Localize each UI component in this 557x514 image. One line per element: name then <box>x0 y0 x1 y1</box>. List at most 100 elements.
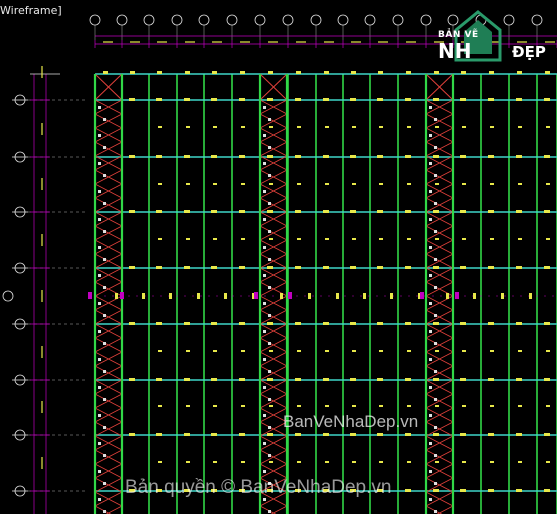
column-marker <box>377 98 383 101</box>
column-marker <box>241 350 245 352</box>
column-marker <box>516 322 522 325</box>
node-marker <box>103 482 106 485</box>
column-marker <box>490 126 494 128</box>
node-marker <box>434 258 437 261</box>
column-marker <box>407 238 411 240</box>
column-marker <box>186 461 190 463</box>
column-marker <box>544 155 550 158</box>
column-marker <box>460 155 466 158</box>
column-marker <box>433 266 439 269</box>
logo-line-2: NH <box>438 39 472 63</box>
node-marker <box>429 106 432 109</box>
node-marker <box>263 358 266 361</box>
column-marker <box>156 98 162 101</box>
cad-model-viewport[interactable]: Wireframe] BẢN VẼ NH ĐẸP BanVeNhaDep.vn … <box>0 0 557 514</box>
column-marker <box>297 350 301 352</box>
node-marker <box>268 146 271 149</box>
dimension-marker <box>88 292 92 299</box>
column-marker <box>239 378 245 381</box>
column-marker <box>379 350 383 352</box>
column-marker <box>295 155 301 158</box>
column-marker <box>158 405 162 407</box>
column-marker <box>490 238 494 240</box>
column-marker <box>379 461 383 463</box>
column-marker <box>488 489 494 492</box>
column-marker <box>352 183 356 185</box>
column-marker <box>323 433 329 436</box>
column-marker <box>546 461 550 463</box>
column-marker <box>297 405 301 407</box>
brand-logo: BẢN VẼ NH ĐẸP <box>430 10 552 66</box>
node-marker <box>98 302 101 305</box>
column-marker <box>186 405 190 407</box>
column-marker <box>186 183 190 185</box>
node-marker <box>268 342 271 345</box>
column-marker <box>460 322 466 325</box>
dimension-text-mark <box>41 178 43 190</box>
column-marker <box>379 405 383 407</box>
column-marker <box>460 98 466 101</box>
column-marker <box>267 210 273 213</box>
node-marker <box>434 314 437 317</box>
node-marker <box>98 162 101 165</box>
node-marker <box>263 470 266 473</box>
column-marker <box>239 433 245 436</box>
node-marker <box>263 246 266 249</box>
column-marker <box>157 71 162 74</box>
node-marker <box>98 246 101 249</box>
column-marker <box>211 266 217 269</box>
dimension-marker <box>420 292 424 299</box>
column-marker <box>516 266 522 269</box>
node-marker <box>263 302 266 305</box>
column-marker <box>488 322 494 325</box>
dimension-text-mark <box>41 401 43 413</box>
dimension-text-mark <box>41 66 43 78</box>
column-marker <box>269 126 273 128</box>
column-marker <box>211 322 217 325</box>
column-marker <box>156 378 162 381</box>
node-marker <box>268 174 271 177</box>
dimension-marker <box>120 292 124 299</box>
column-marker <box>184 155 190 158</box>
column-marker <box>544 98 550 101</box>
column-marker <box>460 489 466 492</box>
axis-bubble-top <box>310 14 322 26</box>
node-marker <box>103 342 106 345</box>
watermark-bottom: Bản quyền © BanVeNhaDep.vn <box>125 477 392 498</box>
dimension-text-mark <box>240 41 250 43</box>
column-marker <box>239 98 245 101</box>
column-marker <box>405 322 411 325</box>
column-marker <box>517 71 522 74</box>
node-marker <box>263 414 266 417</box>
column-marker <box>516 155 522 158</box>
column-marker <box>516 98 522 101</box>
node-marker <box>434 146 437 149</box>
node-marker <box>434 398 437 401</box>
column-marker <box>269 405 273 407</box>
column-marker <box>350 98 356 101</box>
view-style-label[interactable]: Wireframe] <box>0 4 62 17</box>
column-marker <box>544 433 550 436</box>
column-marker <box>267 98 273 101</box>
column-marker <box>184 266 190 269</box>
node-marker <box>434 342 437 345</box>
column-marker <box>501 293 504 299</box>
column-marker <box>169 293 172 299</box>
node-marker <box>434 454 437 457</box>
node-marker <box>429 302 432 305</box>
column-marker <box>433 489 439 492</box>
dimension-text-mark <box>41 457 43 469</box>
column-marker <box>377 155 383 158</box>
dimension-marker <box>254 292 258 299</box>
dimension-text-mark <box>406 41 416 43</box>
column-marker <box>489 71 494 74</box>
axis-bubble-top <box>364 14 376 26</box>
column-marker <box>516 210 522 213</box>
column-marker <box>350 433 356 436</box>
node-marker <box>434 230 437 233</box>
column-marker <box>142 293 145 299</box>
wireframe-drawing[interactable] <box>0 0 557 514</box>
column-marker <box>462 238 466 240</box>
column-marker <box>518 126 522 128</box>
node-marker <box>103 118 106 121</box>
